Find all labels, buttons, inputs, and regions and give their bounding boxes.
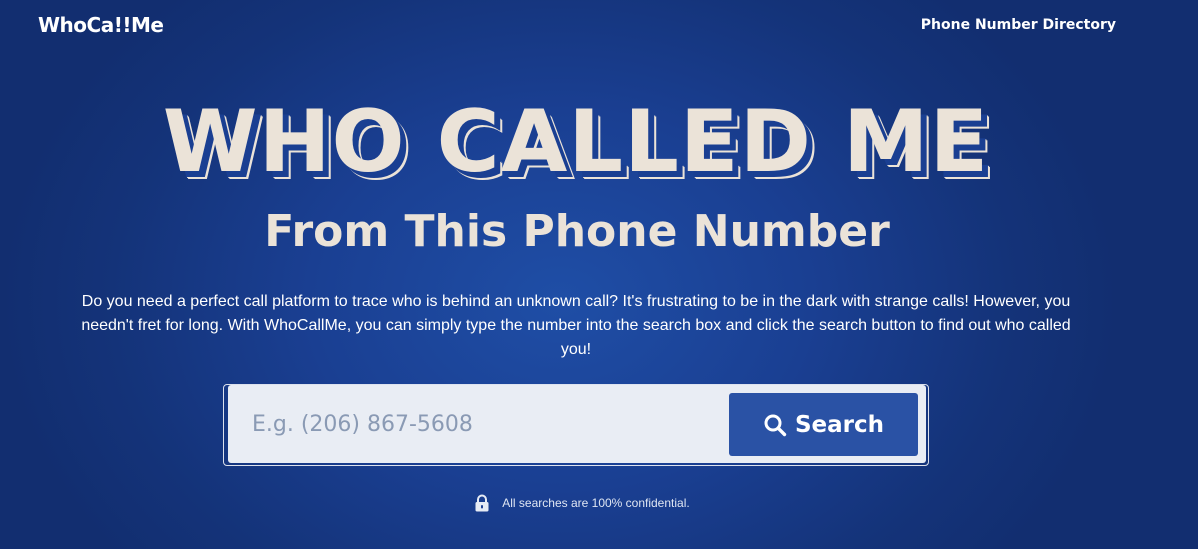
confidential-note: All searches are 100% confidential. <box>0 494 1164 512</box>
site-header: WhoCa!!Me Phone Number Directory <box>0 0 1198 56</box>
lock-icon <box>475 494 489 512</box>
search-button-label: Search <box>794 411 885 438</box>
search-form: Search <box>223 384 929 466</box>
hero-description: Do you need a perfect call platform to t… <box>81 293 1071 358</box>
hero-title: WHO CALLED ME <box>162 92 990 192</box>
search-button[interactable]: Search <box>729 393 918 456</box>
search-icon <box>764 414 787 436</box>
phone-search-input[interactable] <box>228 385 718 463</box>
search-box: Search <box>228 385 926 463</box>
site-logo[interactable]: WhoCa!!Me <box>38 13 164 37</box>
nav-link-phone-directory[interactable]: Phone Number Directory <box>921 17 1116 33</box>
confidential-text: All searches are 100% confidential. <box>502 496 690 510</box>
hero-subtitle: From This Phone Number <box>264 206 890 257</box>
